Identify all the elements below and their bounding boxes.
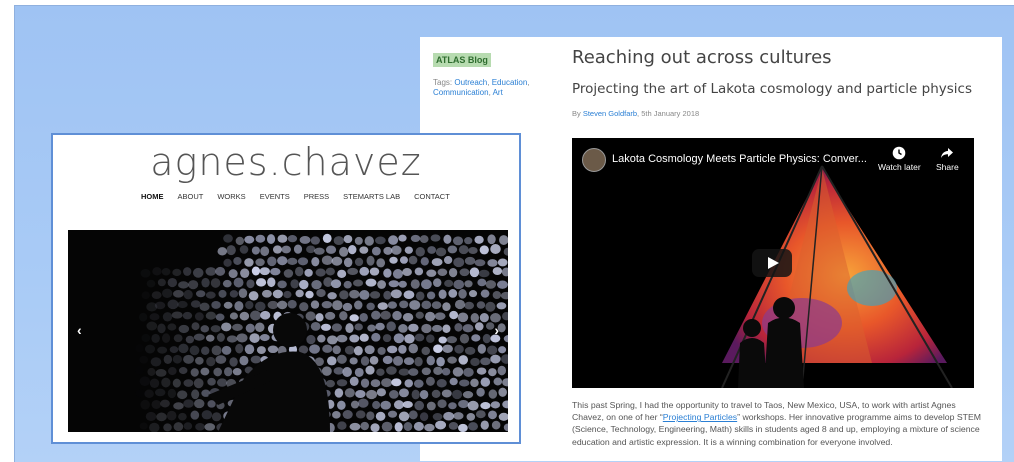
- play-button[interactable]: [752, 249, 792, 277]
- video-player[interactable]: Lakota Cosmology Meets Particle Physics:…: [572, 138, 974, 388]
- clock-icon: [878, 146, 921, 162]
- site-logo[interactable]: agnes.chavez: [53, 140, 519, 184]
- slider-image: [139, 233, 508, 432]
- tag-education[interactable]: Education: [492, 78, 528, 87]
- watch-later-label: Watch later: [878, 162, 921, 172]
- video-title[interactable]: Lakota Cosmology Meets Particle Physics:…: [612, 153, 867, 165]
- watch-later-button[interactable]: Watch later: [878, 146, 921, 172]
- page-title: Reaching out across cultures: [572, 47, 832, 68]
- agnes-chavez-website: agnes.chavez HOME ABOUT WORKS EVENTS PRE…: [51, 133, 521, 444]
- author-link[interactable]: Steven Goldfarb: [583, 109, 637, 118]
- slider-prev-button[interactable]: ‹: [77, 322, 82, 338]
- share-label: Share: [936, 162, 959, 172]
- nav-contact[interactable]: CONTACT: [414, 192, 450, 201]
- nav-home[interactable]: HOME: [141, 192, 164, 201]
- tag-outreach[interactable]: Outreach: [454, 78, 487, 87]
- projecting-particles-link[interactable]: Projecting Particles: [663, 412, 737, 422]
- tags-prefix: Tags:: [433, 78, 455, 87]
- share-button[interactable]: Share: [936, 146, 959, 172]
- article-paragraph: This past Spring, I had the opportunity …: [572, 399, 982, 448]
- post-date: , 5th January 2018: [637, 109, 700, 118]
- nav-press[interactable]: PRESS: [304, 192, 329, 201]
- nav-about[interactable]: ABOUT: [178, 192, 204, 201]
- nav-stemarts-lab[interactable]: STEMARTS LAB: [343, 192, 400, 201]
- byline-prefix: By: [572, 109, 583, 118]
- image-slider[interactable]: ‹ ›: [68, 230, 508, 432]
- tag-art[interactable]: Art: [493, 88, 503, 97]
- page-subtitle: Projecting the art of Lakota cosmology a…: [572, 81, 972, 97]
- channel-avatar[interactable]: [582, 148, 606, 172]
- nav-works[interactable]: WORKS: [217, 192, 245, 201]
- byline: By Steven Goldfarb, 5th January 2018: [572, 109, 699, 118]
- main-nav: HOME ABOUT WORKS EVENTS PRESS STEMARTS L…: [141, 192, 464, 201]
- slider-next-button[interactable]: ›: [494, 322, 499, 338]
- tags-list: Tags: Outreach, Education, Communication…: [433, 78, 530, 97]
- nav-events[interactable]: EVENTS: [260, 192, 290, 201]
- tag-communication[interactable]: Communication: [433, 88, 489, 97]
- blog-badge[interactable]: ATLAS Blog: [433, 53, 491, 67]
- share-icon: [936, 146, 959, 162]
